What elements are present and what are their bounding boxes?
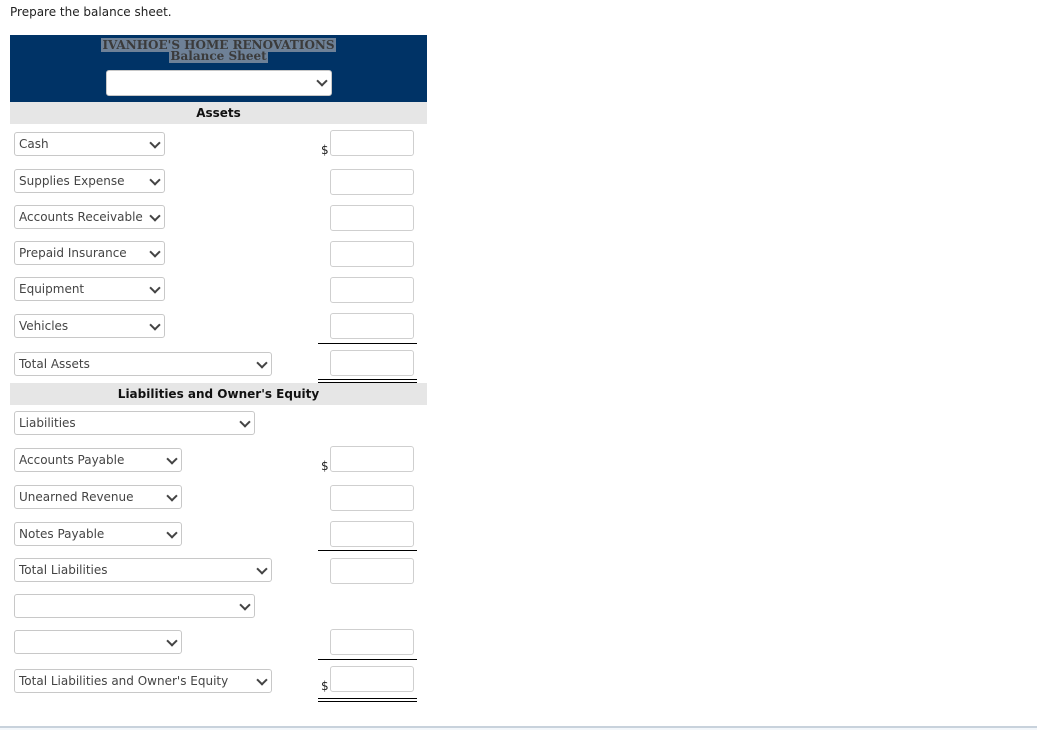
date-select[interactable]: [106, 70, 332, 96]
sheet-header: IVANHOE'S HOME RENOVATIONS Balance Sheet: [10, 35, 427, 102]
amount-input-unearned-revenue[interactable]: [330, 485, 414, 511]
account-select-equipment[interactable]: Equipment: [14, 277, 165, 301]
chevron-down-icon: [149, 174, 161, 186]
equity-header-select[interactable]: [14, 594, 255, 618]
equity-account-select[interactable]: [14, 630, 182, 654]
chevron-down-icon: [166, 490, 178, 502]
total-double-rule: [318, 698, 417, 702]
amount-input-cash[interactable]: [330, 130, 414, 156]
chevron-down-icon: [149, 319, 161, 331]
assets-section-header: Assets: [10, 102, 427, 124]
balance-sheet: IVANHOE'S HOME RENOVATIONS Balance Sheet…: [10, 35, 427, 124]
account-select-notes-payable[interactable]: Notes Payable: [14, 522, 182, 546]
statement-title: Balance Sheet: [169, 49, 268, 63]
total-liabilities-select[interactable]: Total Liabilities: [14, 558, 272, 582]
chevron-down-icon: [166, 527, 178, 539]
amount-input-vehicles[interactable]: [330, 313, 414, 339]
amount-input-prepaid-insurance[interactable]: [330, 241, 414, 267]
chevron-down-icon: [166, 635, 178, 647]
chevron-down-icon: [149, 137, 161, 149]
amount-input-accounts-receivable[interactable]: [330, 205, 414, 231]
account-select-accounts-payable[interactable]: Accounts Payable: [14, 448, 182, 472]
account-select-prepaid-insurance[interactable]: Prepaid Insurance: [14, 241, 165, 265]
amount-input-accounts-payable[interactable]: [330, 446, 414, 472]
total-assets-input[interactable]: [330, 350, 414, 376]
chevron-down-icon: [149, 210, 161, 222]
subtotal-rule: [318, 343, 417, 344]
chevron-down-icon: [149, 246, 161, 258]
chevron-down-icon: [256, 357, 268, 369]
amount-input-notes-payable[interactable]: [330, 521, 414, 547]
chevron-down-icon: [316, 75, 328, 87]
dollar-sign: $: [321, 459, 329, 473]
amount-input-supplies-expense[interactable]: [330, 169, 414, 195]
chevron-down-icon: [239, 599, 251, 611]
account-select-supplies-expense[interactable]: Supplies Expense: [14, 169, 165, 193]
chevron-down-icon: [166, 453, 178, 465]
chevron-down-icon: [239, 416, 251, 428]
account-select-unearned-revenue[interactable]: Unearned Revenue: [14, 485, 182, 509]
total-liabilities-equity-input[interactable]: [330, 666, 414, 692]
subtotal-rule: [318, 550, 417, 551]
account-select-accounts-receivable[interactable]: Accounts Receivable: [14, 205, 165, 229]
liabilities-header-select[interactable]: Liabilities: [14, 411, 255, 435]
chevron-down-icon: [256, 563, 268, 575]
total-liabilities-equity-select[interactable]: Total Liabilities and Owner's Equity: [14, 669, 272, 693]
chevron-down-icon: [256, 674, 268, 686]
subtotal-rule: [318, 659, 417, 660]
account-select-vehicles[interactable]: Vehicles: [14, 314, 165, 338]
account-select-cash[interactable]: Cash: [14, 132, 165, 156]
dollar-sign: $: [321, 143, 329, 157]
dollar-sign: $: [321, 679, 329, 693]
chevron-down-icon: [149, 282, 161, 294]
total-liabilities-input[interactable]: [330, 558, 414, 584]
instruction-text: Prepare the balance sheet.: [10, 5, 172, 19]
amount-input-equipment[interactable]: [330, 277, 414, 303]
liabilities-equity-section-header: Liabilities and Owner's Equity: [10, 383, 427, 405]
equity-amount-input[interactable]: [330, 629, 414, 655]
total-assets-select[interactable]: Total Assets: [14, 352, 272, 376]
